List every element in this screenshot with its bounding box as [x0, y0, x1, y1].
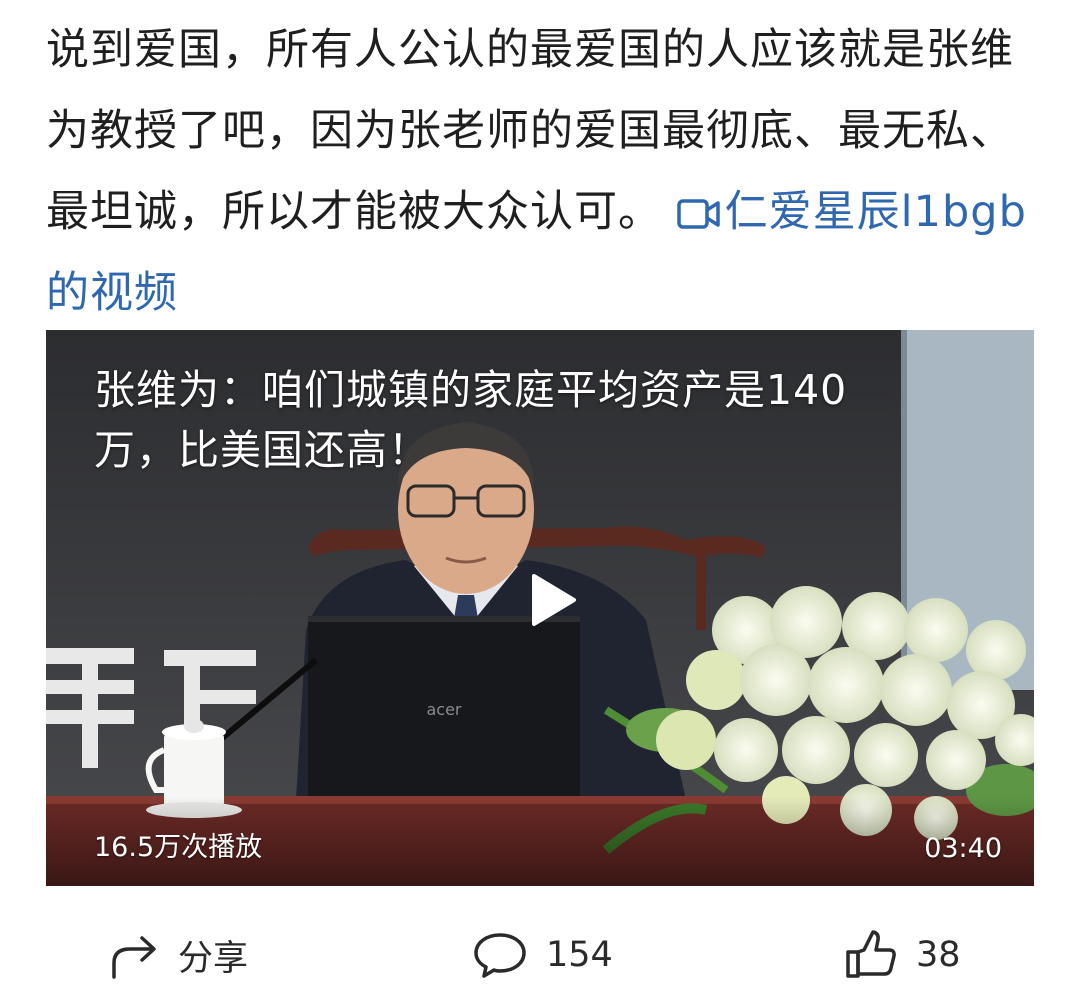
laptop-logo: acer	[426, 700, 461, 719]
action-bar: 分享 154 38	[0, 920, 1080, 990]
share-button[interactable]: 分享	[108, 920, 248, 990]
thumbs-up-icon	[846, 930, 896, 978]
play-icon[interactable]	[520, 570, 580, 630]
video-player[interactable]: acer 张维为：咱们城镇的家庭平均资产是140万，比美国还高！ 16.5万次播…	[46, 330, 1034, 886]
video-title: 张维为：咱们城镇的家庭平均资产是140万，比美国还高！	[94, 366, 848, 474]
comment-button[interactable]: 154	[472, 920, 613, 990]
share-icon	[112, 936, 156, 979]
like-button[interactable]: 38	[844, 920, 961, 990]
like-count: 38	[916, 935, 961, 975]
post-text: 说到爱国，所有人公认的最爱国的人应该就是张维为教授了吧，因为张老师的爱国最彻底、…	[46, 10, 1036, 334]
comment-count: 154	[546, 935, 613, 975]
video-duration: 03:40	[924, 833, 1002, 864]
comment-icon	[474, 933, 526, 978]
play-count: 16.5万次播放	[94, 832, 263, 863]
video-camera-icon	[676, 199, 720, 229]
share-label: 分享	[178, 938, 249, 979]
